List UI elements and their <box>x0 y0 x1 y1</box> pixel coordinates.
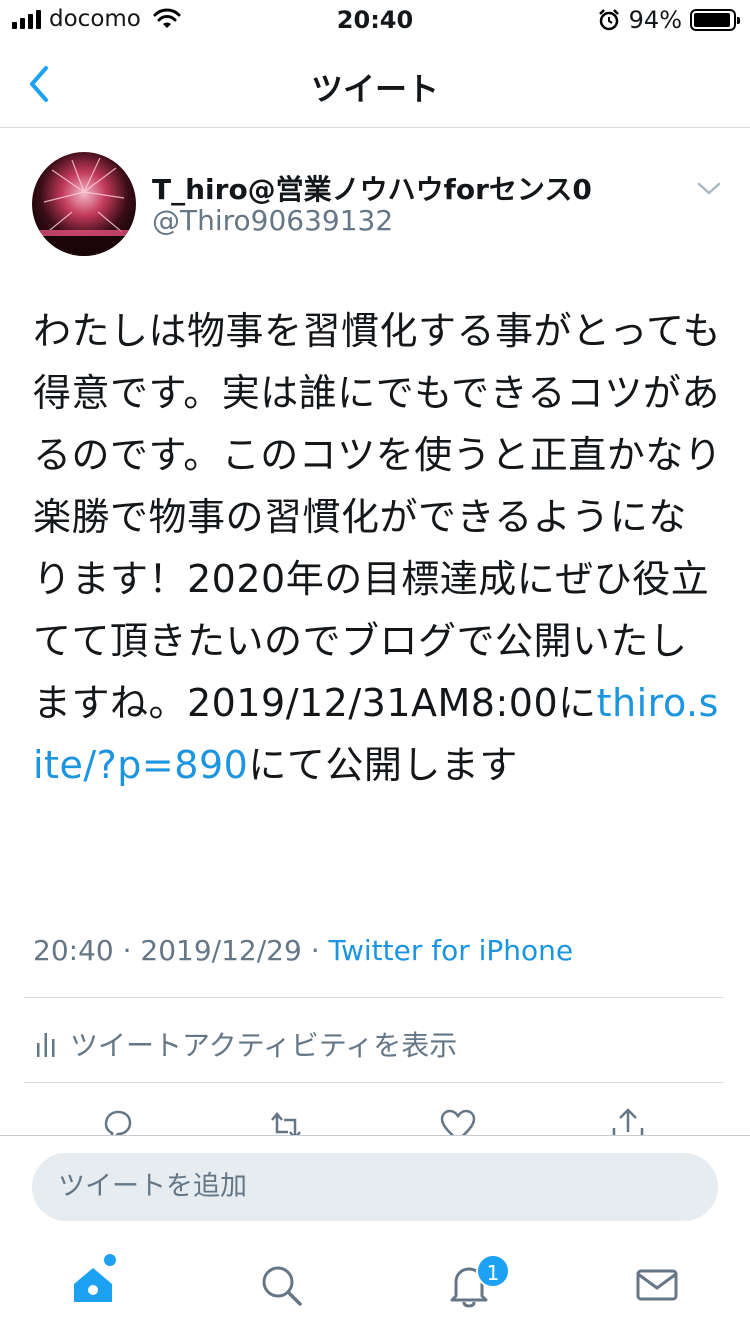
tweet-text-body: わたしは物事を習慣化する事がとっても得意です。実は誰にでもできるコツがあるのです… <box>33 309 723 725</box>
alarm-clock-icon <box>598 9 619 31</box>
meta-separator: · <box>113 934 141 967</box>
author-name[interactable]: T_hiro@営業ノウハウforセンス0 <box>152 168 592 208</box>
tweet-meta: 20:40 · 2019/12/29 · Twitter for iPhone <box>33 934 573 967</box>
status-bar: docomo 20:40 94% <box>0 0 750 40</box>
status-right: 94% <box>597 6 740 34</box>
chevron-down-icon[interactable] <box>694 176 724 200</box>
tweet-actions <box>0 1100 750 1136</box>
tweet-source[interactable]: Twitter for iPhone <box>329 934 574 967</box>
reply-compose-input[interactable]: ツイートを追加 <box>32 1153 718 1221</box>
avatar[interactable] <box>32 152 136 256</box>
fireworks-avatar-image <box>32 152 136 256</box>
divider <box>24 1082 724 1083</box>
tweet-text-tail: にて公開します <box>248 743 518 787</box>
tweet-date: 2019/12/29 <box>140 934 302 967</box>
notification-badge: 1 <box>476 1254 510 1288</box>
meta-separator-2: · <box>301 934 329 967</box>
home-icon[interactable] <box>70 1262 116 1308</box>
like-heart-icon[interactable] <box>438 1106 478 1136</box>
battery-fill <box>694 13 730 27</box>
analytics-bars-icon <box>37 1033 55 1057</box>
messages-envelope-icon[interactable] <box>634 1262 680 1308</box>
home-new-indicator <box>104 1254 116 1266</box>
battery-percent: 94% <box>628 6 682 34</box>
navigation-bar: ツイート <box>0 40 750 128</box>
activity-label: ツイートアクティビティを表示 <box>70 1029 458 1062</box>
retweet-icon[interactable] <box>266 1106 306 1136</box>
tweet-activity-link[interactable]: ツイートアクティビティを表示 <box>36 1024 457 1064</box>
reply-icon[interactable] <box>98 1106 138 1136</box>
author-handle[interactable]: @Thiro90639132 <box>152 204 393 237</box>
battery-icon <box>690 9 740 31</box>
tweet-time: 20:40 <box>33 934 114 967</box>
divider <box>24 997 724 998</box>
share-icon[interactable] <box>608 1106 648 1136</box>
tweet-text: わたしは物事を習慣化する事がとっても得意です。実は誰にでもできるコツがあるのです… <box>33 300 723 796</box>
page-title: ツイート <box>310 70 439 108</box>
search-icon[interactable] <box>258 1262 304 1308</box>
